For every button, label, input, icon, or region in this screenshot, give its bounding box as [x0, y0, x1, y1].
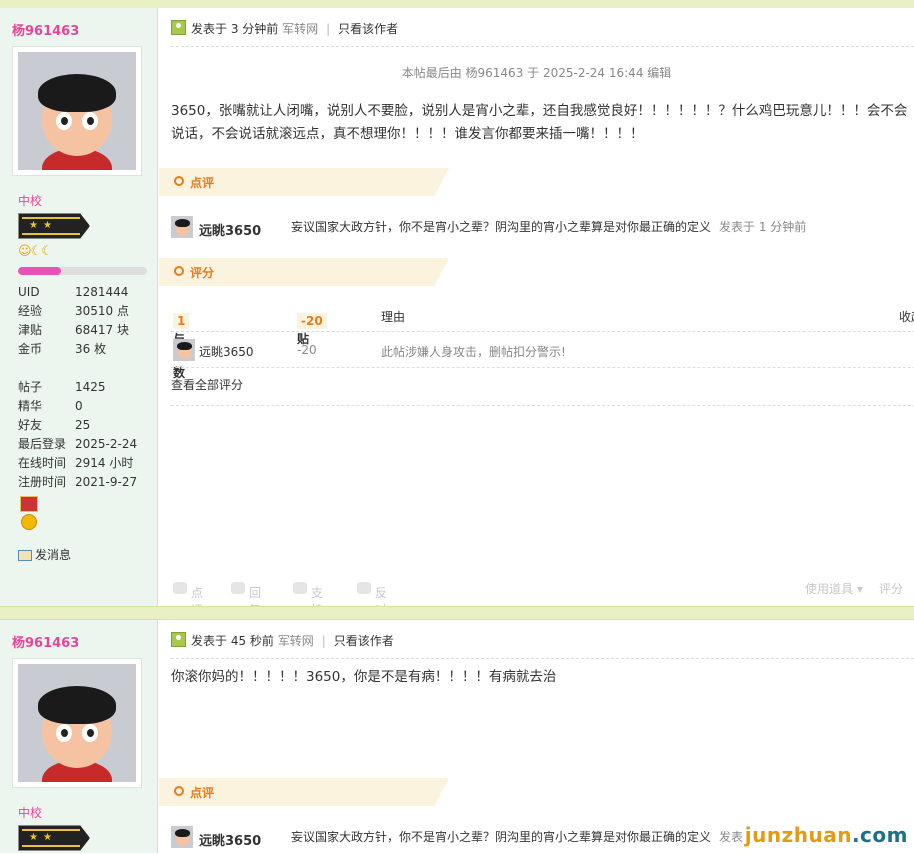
author-name[interactable]: 杨961463 [12, 632, 79, 651]
review-label: 点评 [190, 176, 215, 190]
send-message-label: 发消息 [35, 548, 72, 562]
reason-label: 理由 [381, 310, 406, 324]
rating-circle-icon [174, 266, 184, 276]
online-status-icon [171, 20, 186, 35]
review-section-header: 点评 [159, 168, 449, 196]
post-body: 你滚你妈的！！！！！3650，你是不是有病！！！！有病就去治 [171, 669, 557, 685]
rate-button[interactable]: 评分 [879, 580, 903, 597]
view-all-ratings-link[interactable]: 查看全部评分 [171, 375, 914, 406]
edit-notice: 本帖最后由 杨961463 于 2025-2-24 16:44 编辑 [401, 66, 672, 80]
top-strip [0, 0, 914, 8]
reply-action[interactable]: 回复 [231, 580, 261, 617]
post-time: 发表于 3 分钟前 [191, 22, 279, 36]
review-label: 点评 [190, 786, 215, 800]
rank-insignia-icon: ★ ★ [18, 825, 90, 851]
only-author-link[interactable]: 只看该作者 [338, 22, 398, 36]
comment-time: 发表 [719, 830, 744, 844]
envelope-icon [18, 550, 32, 561]
rank-label[interactable]: 中校 [18, 804, 42, 821]
review-comment: 远眺3650 妄议国家大政方针，你不是宵小之辈？阴沟里的宵小之辈算是对你最正确的… [171, 216, 914, 244]
thumbs-down-icon [357, 581, 371, 594]
stat-value: 2914 小时 [75, 456, 134, 470]
stat-label: 精华 [18, 399, 43, 413]
stat-value: 1281444 [75, 285, 129, 299]
watermark-name: junzhuan [744, 823, 852, 847]
rating-value: -20 [297, 343, 317, 357]
watermark-domain: .com [851, 823, 908, 847]
only-author-link[interactable]: 只看该作者 [334, 634, 394, 648]
post-time: 发表于 45 秒前 [191, 634, 274, 648]
rating-label: 评分 [190, 266, 215, 280]
post-body: 3650，张嘴就让人闭嘴，说别人不要脸，说别人是宵小之辈，还自我感觉良好！！！！… [171, 103, 908, 142]
stat-value: 30510 点 [75, 304, 129, 318]
rank-insignia-icon: ★ ★ [18, 213, 90, 239]
level-progress-bar [18, 267, 147, 275]
stat-label: 最后登录 [18, 437, 67, 451]
participants-count: 1 [173, 313, 190, 329]
level-icons: ☺☾☾ [18, 244, 53, 259]
stat-value[interactable]: 0 [75, 397, 83, 416]
commenter-name[interactable]: 远眺3650 [199, 220, 261, 239]
commenter-avatar[interactable] [171, 826, 193, 848]
comment-text: 妄议国家大政方针，你不是宵小之辈？阴沟里的宵小之辈算是对你最正确的定义 [291, 220, 712, 234]
support-action[interactable]: 支持 [293, 580, 323, 617]
rating-section-header: 评分 [159, 258, 449, 286]
post-separator [0, 606, 914, 620]
stat-value: 68417 块 [75, 323, 129, 337]
rater-avatar[interactable] [173, 339, 195, 361]
rater-name[interactable]: 远眺3650 [199, 343, 254, 360]
stat-value[interactable]: 1425 [75, 378, 106, 397]
stat-label: 经验 [18, 304, 43, 318]
collapse-link[interactable]: 收起 [899, 308, 914, 325]
rating-row: 远眺3650 -20 此帖涉嫌人身攻击，删帖扣分警示! [171, 335, 914, 368]
stat-label: 金币 [18, 342, 43, 356]
commenter-name[interactable]: 远眺3650 [199, 830, 261, 849]
stat-label: 在线时间 [18, 456, 67, 470]
post-source: 军转网 [277, 634, 314, 648]
allowance-total: -20 [297, 313, 327, 329]
post-source: 军转网 [282, 22, 319, 36]
medal-icon[interactable] [18, 496, 40, 536]
commenter-avatar[interactable] [171, 216, 193, 238]
avatar[interactable] [12, 46, 142, 176]
site-watermark: junzhuan.com [745, 823, 908, 847]
post-content: 发表于 3 分钟前 军转网 | 只看该作者 本帖最后由 杨961463 于 2025… [159, 8, 914, 617]
use-tools-menu[interactable]: 使用道具 ▾ [805, 580, 863, 597]
author-sidebar: 杨961463 中校 ★ ★ ☺☾☾ UID 1281444 经验 30510 … [0, 8, 158, 606]
review-section-header: 点评 [159, 778, 449, 806]
post-header: 发表于 3 分钟前 军转网 | 只看该作者 [171, 18, 914, 47]
stat-label: 注册时间 [18, 475, 67, 489]
comment-time: 发表于 1 分钟前 [719, 220, 807, 234]
post-actions: 点评 回复 支持 反对 使用道具 ▾ 评分 [171, 576, 914, 617]
avatar[interactable] [12, 658, 142, 788]
stat-label: UID [18, 285, 40, 299]
thumbs-up-icon [293, 581, 307, 594]
rank-label[interactable]: 中校 [18, 192, 42, 209]
oppose-action[interactable]: 反对 [357, 580, 387, 617]
send-message-link[interactable]: 发消息 [18, 546, 71, 563]
review-action-icon [173, 581, 187, 594]
stat-label: 帖子 [18, 380, 43, 394]
post-header: 发表于 45 秒前 军转网 | 只看该作者 [171, 630, 914, 659]
post-content: 发表于 45 秒前 军转网 | 只看该作者 你滚你妈的！！！！！3650，你是不是有… [159, 620, 914, 853]
stat-value: 2021-9-27 [75, 475, 138, 489]
author-name[interactable]: 杨961463 [12, 20, 79, 39]
view-all-ratings-label: 查看全部评分 [171, 378, 244, 392]
review-action[interactable]: 点评 [173, 580, 203, 617]
reply-action-icon [231, 581, 245, 594]
comment-text: 妄议国家大政方针，你不是宵小之辈？阴沟里的宵小之辈算是对你最正确的定义 [291, 830, 712, 844]
rating-header-row: 参与人数 1 津贴 -20 理由 收起 [171, 303, 914, 380]
review-circle-icon [174, 786, 184, 796]
review-circle-icon [174, 176, 184, 186]
stat-value: 2025-2-24 [75, 437, 138, 451]
post-2: 杨961463 中校 ★ ★ 发表于 45 秒前 军转网 | 只看该作者 你滚你妈 [0, 620, 914, 853]
post-1: 杨961463 中校 ★ ★ ☺☾☾ UID 1281444 经验 30510 … [0, 8, 914, 617]
stat-label: 好友 [18, 418, 43, 432]
stat-value: 36 枚 [75, 342, 107, 356]
author-sidebar: 杨961463 中校 ★ ★ [0, 620, 158, 853]
stat-value[interactable]: 25 [75, 416, 90, 435]
rating-reason: 此帖涉嫌人身攻击，删帖扣分警示! [381, 345, 566, 359]
stat-label: 津贴 [18, 323, 43, 337]
online-status-icon [171, 632, 186, 647]
